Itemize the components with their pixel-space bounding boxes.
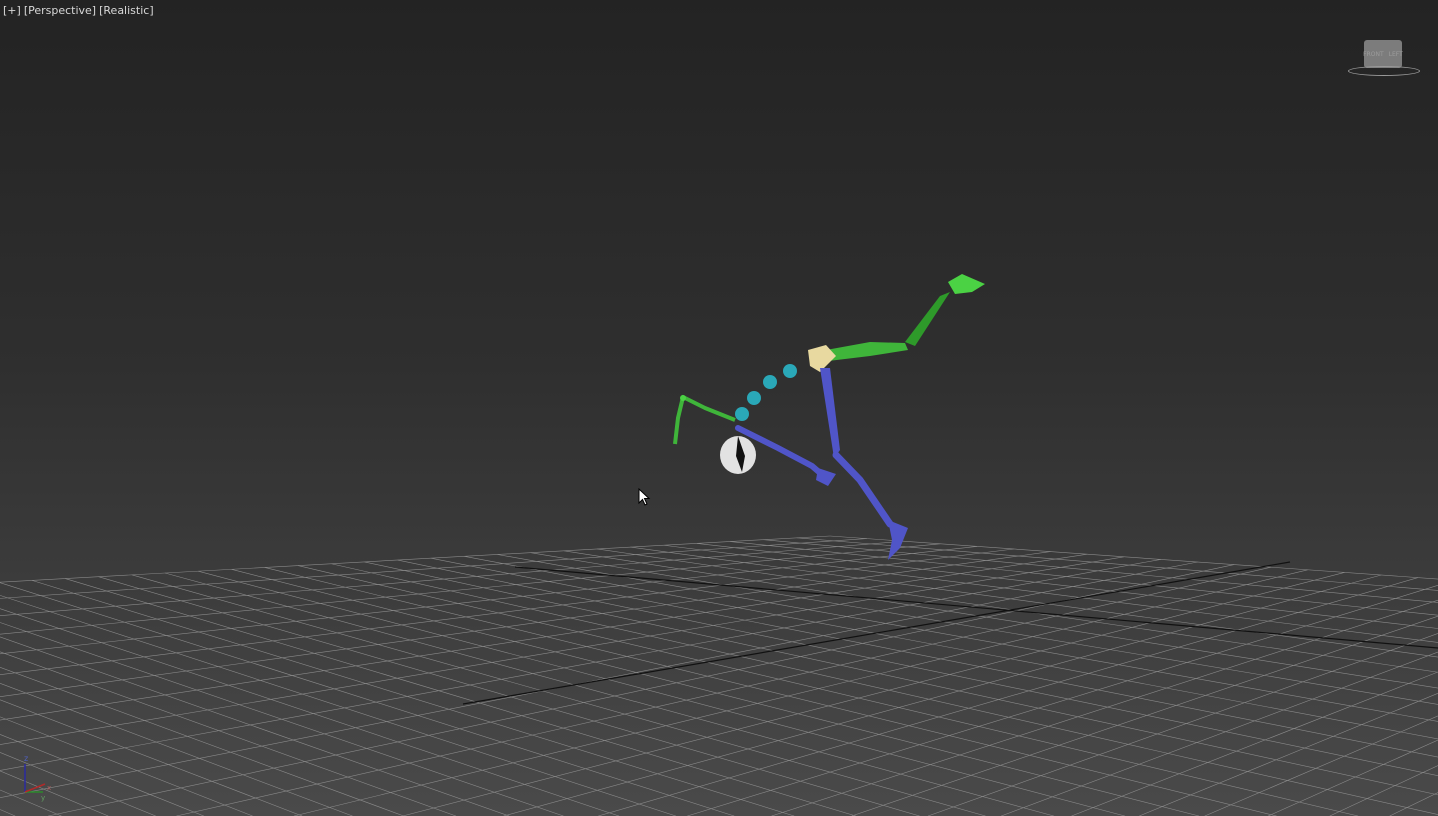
axis-x-label: x	[47, 784, 51, 792]
viewport-general-menu[interactable]: [+]	[3, 4, 21, 17]
mouse-cursor-icon	[638, 488, 651, 506]
axis-y-label: y	[41, 794, 45, 802]
spine[interactable]	[735, 364, 797, 421]
perspective-viewport[interactable]: [+] [Perspective] [Realistic] FRONT LEFT z…	[0, 0, 1438, 816]
viewcube-face[interactable]: FRONT LEFT	[1363, 40, 1403, 68]
viewport-shading-menu[interactable]: [Realistic]	[99, 4, 154, 17]
legs[interactable]	[735, 368, 908, 560]
biped-skeleton[interactable]	[0, 0, 1438, 816]
axis-z-label: z	[24, 754, 28, 763]
viewcube-left-label: LEFT	[1388, 50, 1403, 58]
head[interactable]	[720, 436, 756, 474]
viewcube[interactable]: FRONT LEFT	[1346, 38, 1426, 80]
viewcube-compass-ring[interactable]	[1348, 66, 1420, 76]
viewcube-front-label: FRONT	[1363, 50, 1384, 58]
axis-tripod-icon: z x y	[24, 754, 51, 802]
viewport-label-menu: [+] [Perspective] [Realistic]	[3, 4, 157, 17]
viewport-pov-menu[interactable]: [Perspective]	[24, 4, 96, 17]
right-arm[interactable]	[815, 274, 985, 362]
left-arm[interactable]	[673, 395, 736, 445]
